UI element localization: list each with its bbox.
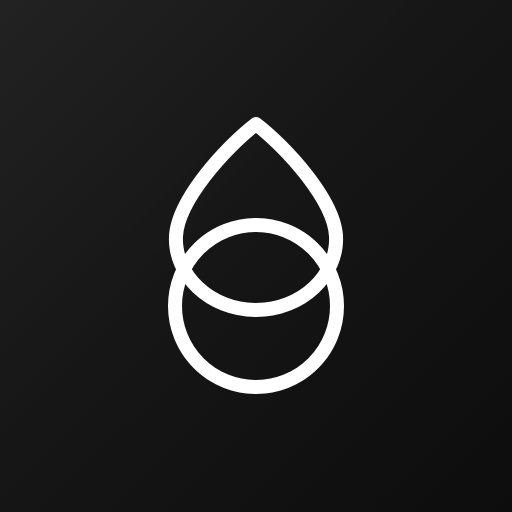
drop-ring-logo-icon [168, 117, 344, 394]
app-icon [0, 0, 512, 512]
water-drop-icon [168, 117, 344, 317]
